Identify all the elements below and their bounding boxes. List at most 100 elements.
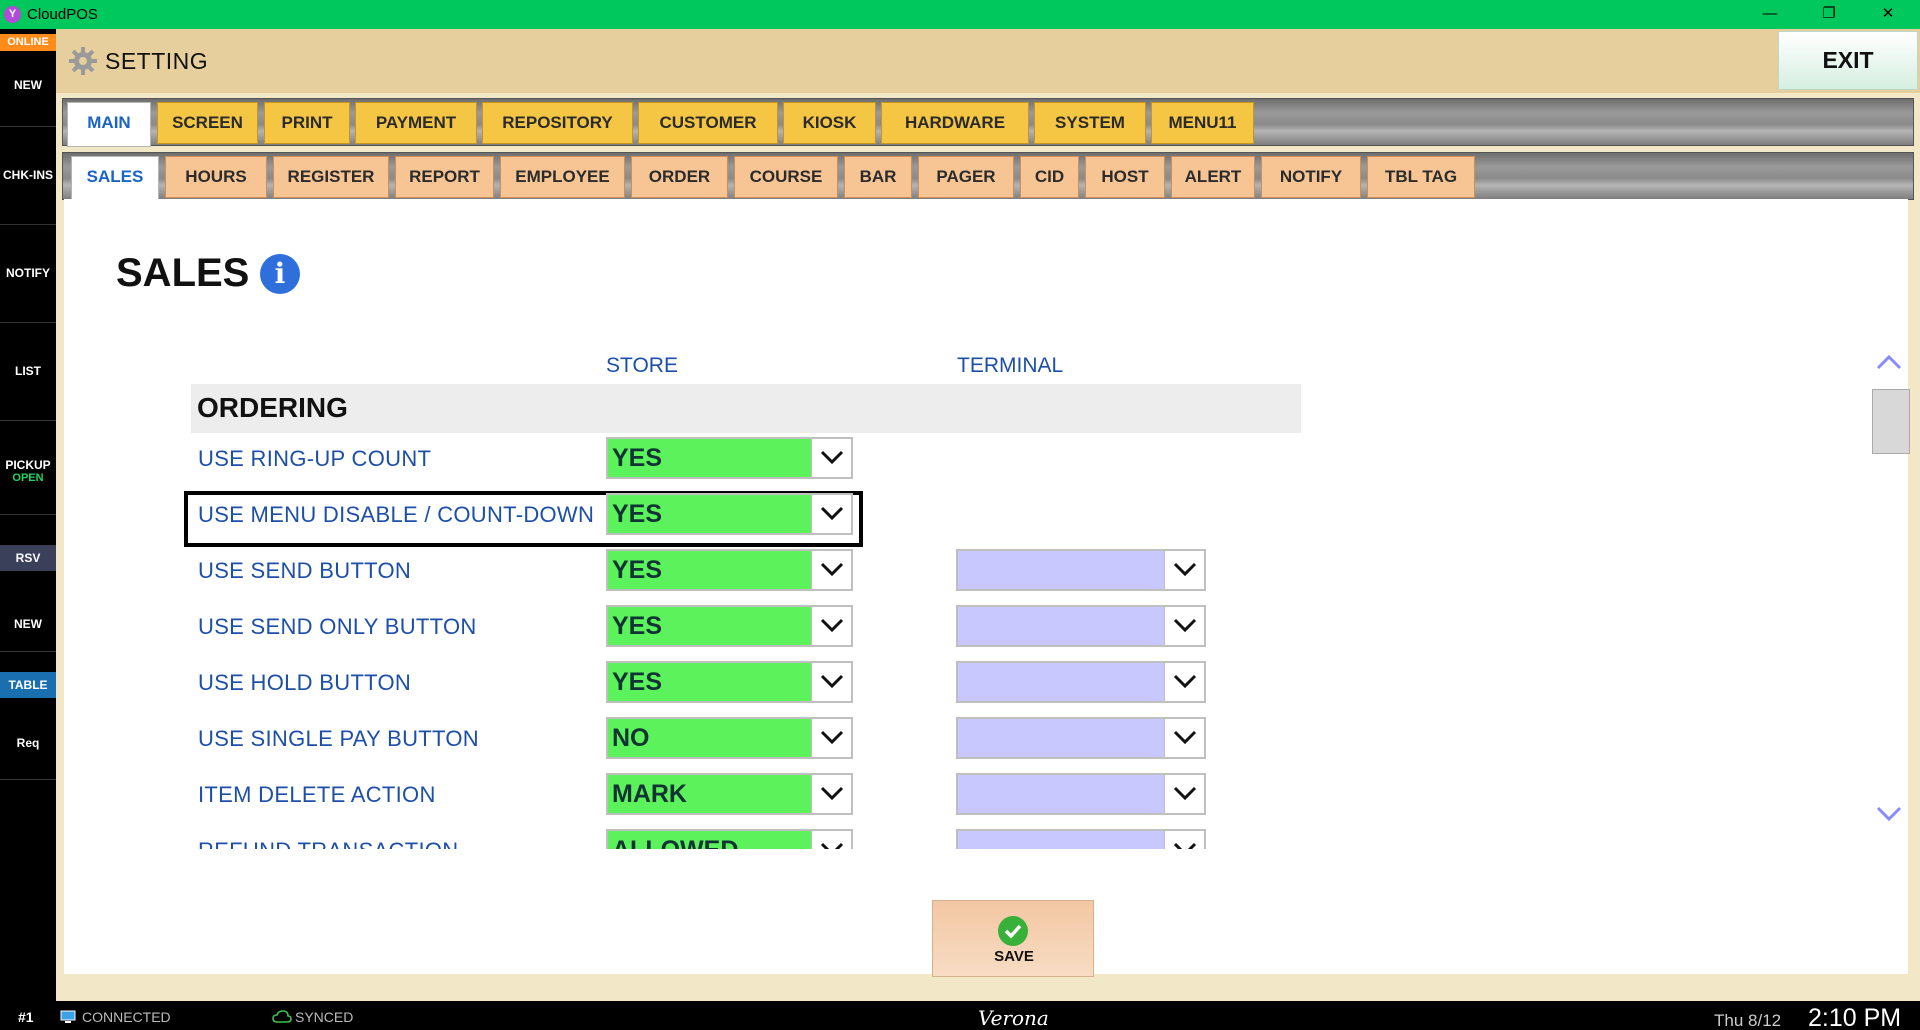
store-column-header: STORE: [606, 354, 678, 377]
app-logo-icon: Y: [4, 6, 21, 23]
settings-list: USE RING-UP COUNT YES USE MENU DISABLE /…: [64, 437, 1564, 849]
terminal-dropdown[interactable]: [956, 717, 1206, 759]
chevron-down-icon: [1173, 842, 1197, 849]
dropdown-button[interactable]: [811, 719, 851, 757]
checkmark-icon: [998, 916, 1028, 946]
rail-table-button[interactable]: TABLE: [0, 672, 56, 698]
tab-screen[interactable]: SCREEN: [157, 102, 258, 144]
store-value: NO: [612, 724, 650, 752]
subtab-report[interactable]: REPORT: [395, 156, 494, 198]
subtab-cid[interactable]: CID: [1020, 156, 1079, 198]
dropdown-button[interactable]: [1164, 719, 1204, 757]
connected-icon: [60, 1010, 76, 1023]
dropdown-button[interactable]: [811, 495, 851, 533]
dropdown-button[interactable]: [811, 439, 851, 477]
chevron-down-icon: [1173, 730, 1197, 745]
scroll-up-icon[interactable]: [1876, 353, 1902, 371]
sales-settings-content: SALES i STORE TERMINAL ORDERING USE RING…: [64, 199, 1910, 974]
tab-kiosk[interactable]: KIOSK: [783, 102, 876, 144]
subtab-tbl-tag[interactable]: TBL TAG: [1367, 156, 1475, 198]
rail-checkins-button[interactable]: CHK-INS: [0, 127, 56, 225]
terminal-dropdown[interactable]: [956, 549, 1206, 591]
terminal-column-header: TERMINAL: [957, 354, 1064, 377]
subtab-pager[interactable]: PAGER: [918, 156, 1014, 198]
subtab-course[interactable]: COURSE: [734, 156, 838, 198]
store-dropdown[interactable]: YES: [606, 549, 853, 591]
terminal-dropdown[interactable]: [956, 773, 1206, 815]
save-button[interactable]: SAVE: [932, 900, 1094, 977]
scroll-thumb[interactable]: [1872, 389, 1910, 454]
info-icon[interactable]: i: [260, 254, 300, 294]
tab-menu11[interactable]: MENU11: [1151, 102, 1254, 144]
dropdown-button[interactable]: [1164, 551, 1204, 589]
store-dropdown[interactable]: YES: [606, 605, 853, 647]
terminal-dropdown[interactable]: [956, 829, 1206, 849]
dropdown-button[interactable]: [1164, 831, 1204, 849]
dropdown-button[interactable]: [811, 831, 851, 849]
location-name: Verona: [978, 1006, 1049, 1030]
store-dropdown[interactable]: YES: [606, 437, 853, 479]
rail-rsv-button[interactable]: RSV: [0, 545, 56, 571]
rail-pickup-button[interactable]: PICKUP OPEN: [0, 421, 56, 515]
setting-row: REFUND TRANSACTION ALLOWED: [64, 829, 1464, 849]
online-badge: ONLINE: [0, 34, 56, 51]
tab-main[interactable]: MAIN: [67, 102, 151, 147]
rail-new2-button[interactable]: NEW: [0, 574, 56, 652]
exit-button[interactable]: EXIT: [1778, 31, 1918, 90]
section-title: ORDERING: [197, 392, 348, 423]
close-button[interactable]: ✕: [1860, 0, 1916, 29]
store-value: YES: [612, 500, 663, 528]
tab-print[interactable]: PRINT: [264, 102, 350, 144]
rail-notify-button[interactable]: NOTIFY: [0, 225, 56, 323]
chevron-down-icon: [820, 842, 844, 849]
tab-repository[interactable]: REPOSITORY: [482, 102, 633, 144]
subtab-bar[interactable]: BAR: [844, 156, 912, 198]
subtab-alert[interactable]: ALERT: [1171, 156, 1255, 198]
setting-row: USE MENU DISABLE / COUNT-DOWN YES: [64, 491, 1464, 547]
store-dropdown[interactable]: MARK: [606, 773, 853, 815]
dropdown-button[interactable]: [811, 607, 851, 645]
store-dropdown[interactable]: NO: [606, 717, 853, 759]
dropdown-button[interactable]: [811, 775, 851, 813]
chevron-down-icon: [1173, 674, 1197, 689]
chevron-down-icon: [820, 618, 844, 633]
rail-pickup-status: OPEN: [12, 472, 44, 484]
store-dropdown[interactable]: YES: [606, 661, 853, 703]
terminal-dropdown[interactable]: [956, 605, 1206, 647]
rail-list-button[interactable]: LIST: [0, 323, 56, 421]
restore-button[interactable]: ❐: [1801, 0, 1857, 29]
scroll-down-icon[interactable]: [1876, 805, 1902, 823]
chevron-down-icon: [820, 506, 844, 521]
terminal-dropdown[interactable]: [956, 661, 1206, 703]
subtab-register[interactable]: REGISTER: [273, 156, 389, 198]
subtab-sales[interactable]: SALES: [71, 156, 159, 202]
tab-hardware[interactable]: HARDWARE: [881, 102, 1029, 144]
rail-req-button[interactable]: Req: [0, 701, 56, 780]
store-value: YES: [612, 612, 663, 640]
dropdown-button[interactable]: [811, 663, 851, 701]
dropdown-button[interactable]: [811, 551, 851, 589]
subtab-employee[interactable]: EMPLOYEE: [500, 156, 625, 198]
dropdown-button[interactable]: [1164, 663, 1204, 701]
subtab-notify[interactable]: NOTIFY: [1261, 156, 1361, 198]
rail-req-label: Req: [16, 736, 40, 750]
rail-new2-label: NEW: [14, 617, 42, 631]
minimize-button[interactable]: —: [1742, 0, 1798, 29]
subtab-host[interactable]: HOST: [1085, 156, 1165, 198]
store-dropdown[interactable]: ALLOWED: [606, 829, 853, 849]
cloud-sync-icon: [272, 1010, 292, 1023]
dropdown-button[interactable]: [1164, 775, 1204, 813]
rail-new-button[interactable]: NEW: [0, 56, 56, 127]
tab-customer[interactable]: CUSTOMER: [638, 102, 778, 144]
dropdown-button[interactable]: [1164, 607, 1204, 645]
subtab-order[interactable]: ORDER: [631, 156, 728, 198]
tab-payment[interactable]: PAYMENT: [355, 102, 477, 144]
subtab-hours[interactable]: HOURS: [165, 156, 267, 198]
title-bar: Y CloudPOS — ❐ ✕: [0, 0, 1920, 29]
settings-scrollbar[interactable]: [1868, 345, 1910, 825]
setting-row: USE SEND BUTTON YES: [64, 549, 1464, 601]
store-dropdown[interactable]: YES: [606, 493, 853, 535]
setting-label: USE RING-UP COUNT: [198, 446, 432, 471]
chevron-down-icon: [1173, 618, 1197, 633]
tab-system[interactable]: SYSTEM: [1034, 102, 1146, 144]
